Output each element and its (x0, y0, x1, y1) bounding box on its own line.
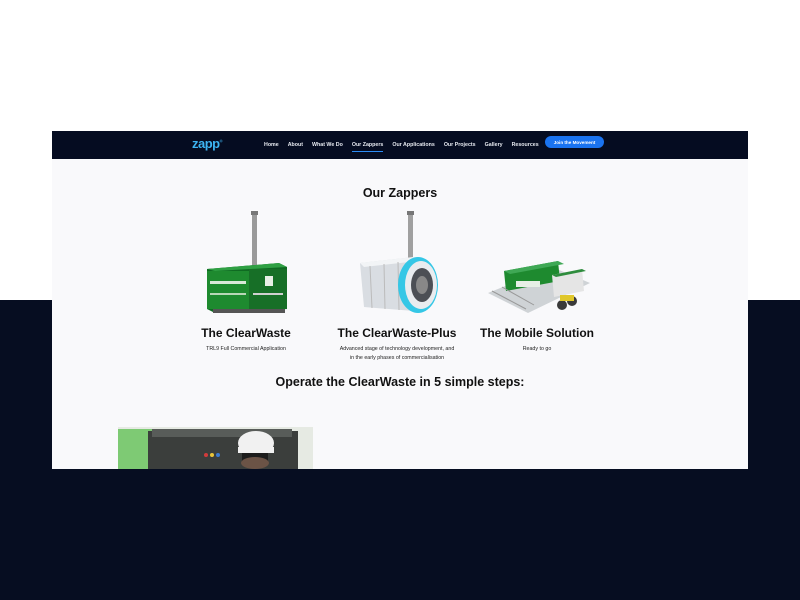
section-title-our-zappers: Our Zappers (362, 186, 438, 200)
clearwaste-machine-image (207, 211, 287, 313)
zapper-card-clearwaste[interactable]: The ClearWaste TRL9 Full Commercial Appl… (186, 211, 306, 361)
card-description-clearwaste: TRL9 Full Commercial Application (206, 346, 286, 352)
card-description-mobile-solution: Ready to go (522, 346, 552, 352)
nav-item-our-applications[interactable]: Our Applications (392, 142, 434, 148)
join-movement-button[interactable]: Join the Movement (545, 136, 604, 148)
zapper-card-mobile-solution[interactable]: The Mobile Solution Ready to go (477, 211, 597, 361)
top-navbar: zapp® Home About What We Do Our Zappers … (52, 131, 748, 159)
card-title-clearwaste: The ClearWaste (201, 326, 291, 340)
mobile-solution-image (488, 261, 590, 313)
nav-item-our-zappers[interactable]: Our Zappers (351, 142, 383, 152)
site-logo[interactable]: zapp® (192, 136, 223, 151)
step-photo-graphic (118, 427, 313, 469)
steps-section-title: Operate the ClearWaste in 5 simple steps… (275, 375, 525, 389)
logo-text: zapp (192, 136, 220, 151)
nav-item-what-we-do[interactable]: What We Do (312, 142, 343, 148)
card-title-mobile-solution: The Mobile Solution (480, 326, 594, 340)
nav-item-resources[interactable]: Resources (512, 142, 539, 148)
website-frame: zapp® Home About What We Do Our Zappers … (52, 131, 748, 469)
nav-item-our-projects[interactable]: Our Projects (444, 142, 476, 148)
nav-item-gallery[interactable]: Gallery (485, 142, 503, 148)
card-title-clearwaste-plus: The ClearWaste-Plus (337, 326, 457, 340)
zapper-card-clearwaste-plus[interactable]: The ClearWaste-Plus Advanced stage of te… (330, 211, 464, 371)
nav-item-home[interactable]: Home (264, 142, 279, 148)
step-photo (118, 427, 313, 469)
main-nav: Home About What We Do Our Zappers Our Ap… (264, 131, 548, 159)
clearwaste-plus-machine-image (360, 211, 438, 313)
card-description-clearwaste-plus-line1: Advanced stage of technology development… (339, 346, 455, 352)
card-description-clearwaste-plus-line2: in the early phases of commercialisation (349, 355, 445, 361)
nav-item-about[interactable]: About (288, 142, 303, 148)
